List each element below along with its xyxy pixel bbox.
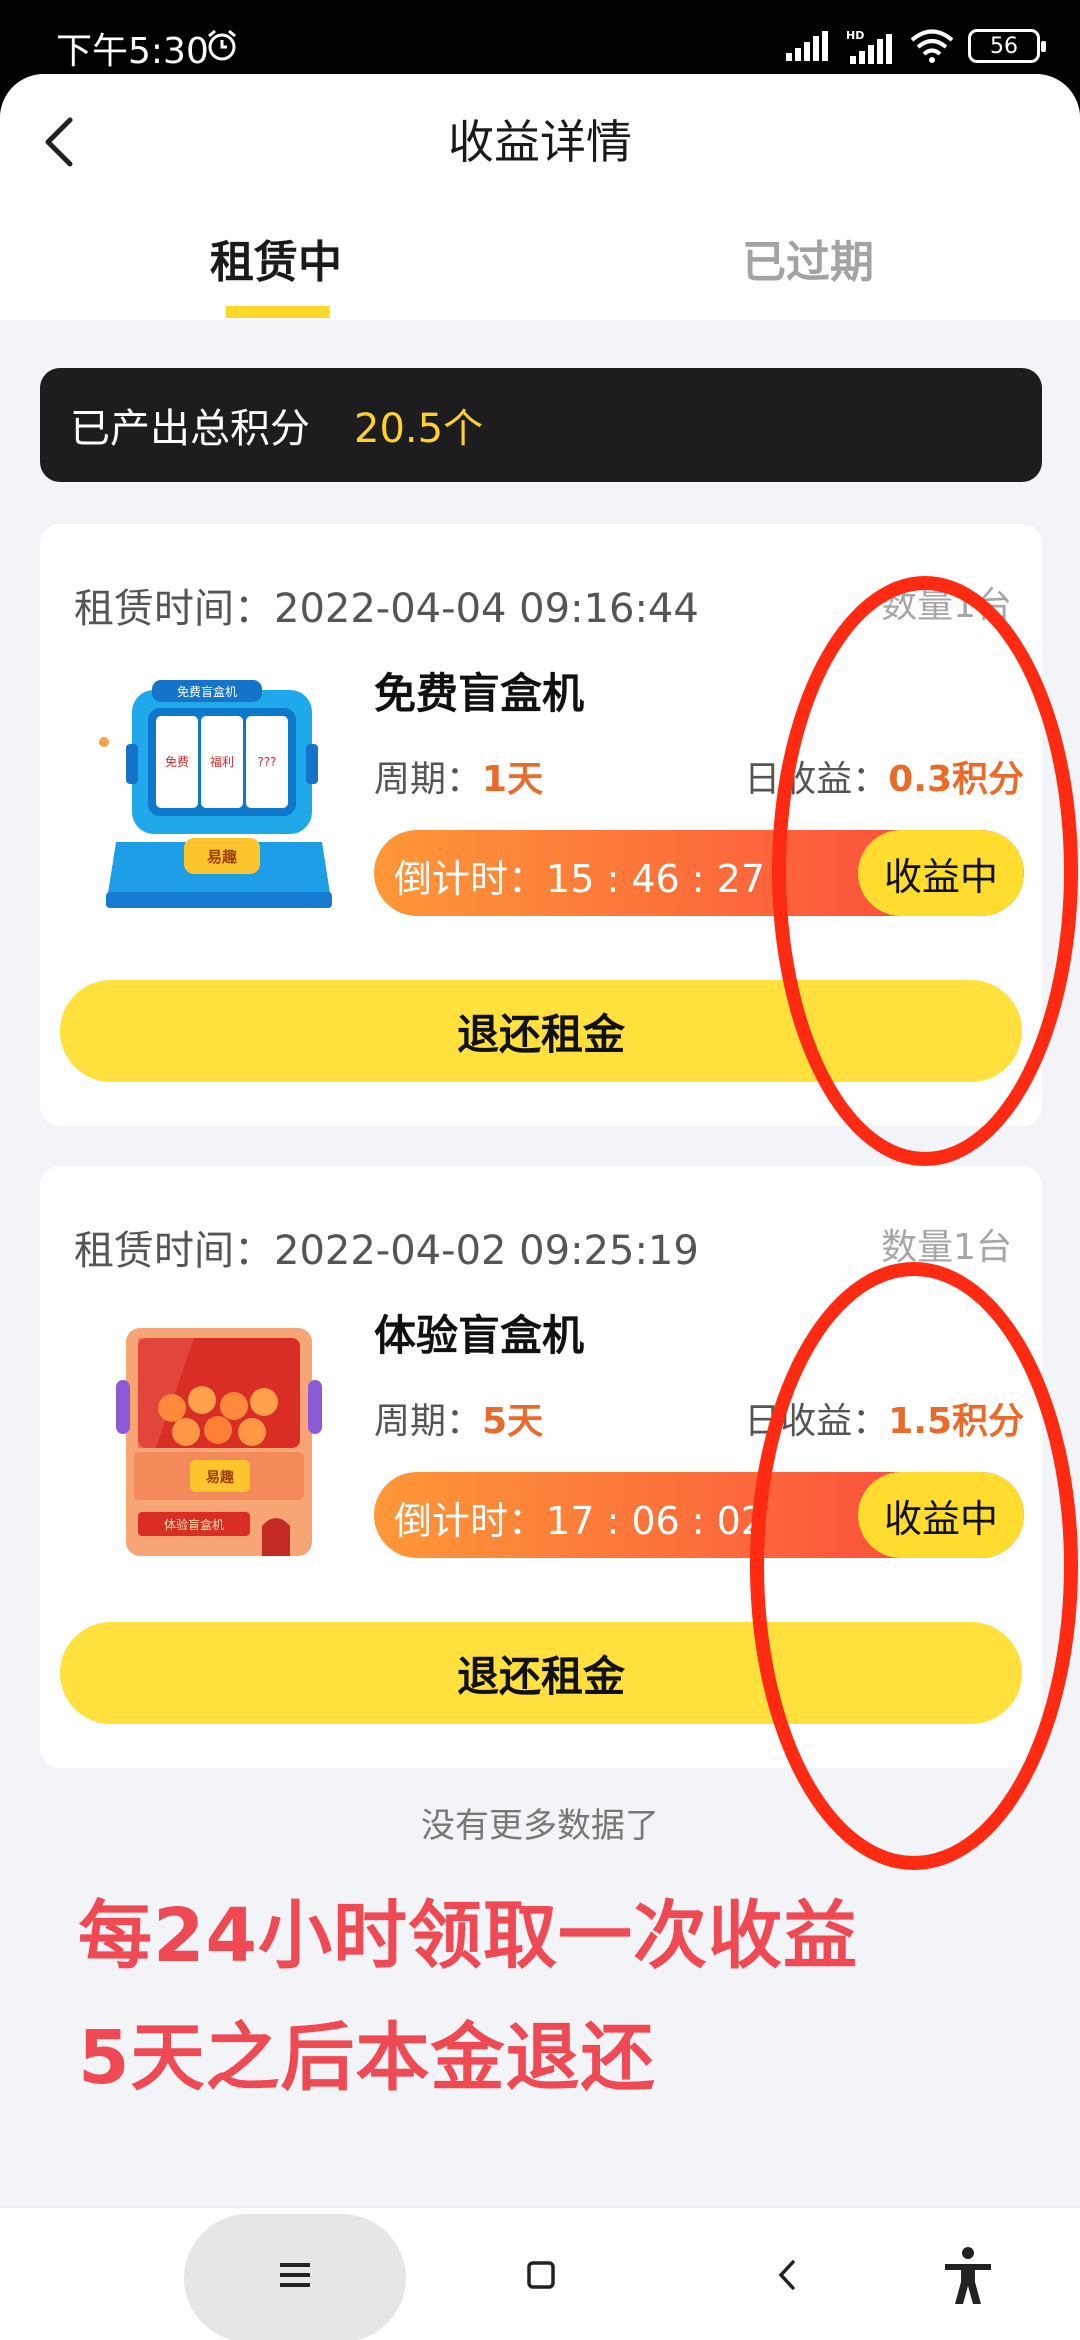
countdown: 倒计时：17 : 06 : 02: [394, 1490, 765, 1545]
back-icon: [778, 2260, 795, 2290]
menu-icon: [280, 2263, 310, 2287]
countdown-value: 17 : 06 : 02: [546, 1499, 765, 1543]
tab-indicator: [226, 306, 330, 318]
total-points-value: 20.5个: [354, 406, 484, 452]
reel-text-3: ???: [257, 755, 276, 769]
rental-time-label: 租赁时间：: [74, 586, 274, 632]
reel-text-1: 免费: [165, 754, 189, 769]
accessibility-button[interactable]: [938, 2208, 998, 2340]
alarm-icon: [208, 29, 236, 61]
menu-button[interactable]: [270, 2208, 320, 2340]
app-screen: 收益详情 租赁中 已过期 已产出总积分 20.5个 租赁时间：2022-04-0…: [0, 74, 1080, 2340]
period-value: 1天: [482, 759, 544, 800]
wifi-icon: [910, 29, 954, 63]
hd-signal-icon: HD: [846, 29, 892, 64]
slot-machine-image: 免费盲盒机 免费 福利 ??? 易趣: [99, 680, 332, 908]
rental-time: 租赁时间：2022-04-04 09:16:44: [74, 576, 699, 634]
home-icon: [527, 2261, 555, 2289]
machine-name: 免费盲盒机: [374, 669, 585, 718]
header: 收益详情 租赁中 已过期: [0, 74, 1080, 320]
tab-expired[interactable]: 已过期: [742, 226, 874, 290]
period-value: 5天: [482, 1401, 544, 1442]
rental-time: 租赁时间：2022-04-02 09:25:19: [74, 1218, 699, 1276]
rental-time-label: 租赁时间：: [74, 1228, 274, 1274]
rental-time-value: 2022-04-04 09:16:44: [274, 586, 699, 632]
signal-icon: [786, 31, 828, 61]
countdown-value: 15 : 46 : 27: [546, 857, 765, 901]
home-button[interactable]: [516, 2208, 566, 2340]
machine-button-text: 易趣: [207, 848, 238, 866]
svg-text:HD: HD: [846, 29, 864, 42]
period-label: 周期：: [374, 759, 483, 800]
page-title: 收益详情: [448, 115, 632, 169]
rental-time-value: 2022-04-02 09:25:19: [274, 1228, 699, 1274]
machine-sign-text: 体验盲盒机: [164, 1517, 224, 1532]
countdown: 倒计时：15 : 46 : 27: [394, 848, 765, 903]
battery-icon: 56: [968, 29, 1046, 63]
status-time: 下午5:30: [56, 31, 209, 72]
accessibility-icon: [945, 2247, 991, 2304]
annotation-line-2: 5天之后本金退还: [78, 2015, 656, 2101]
annotation-line-1: 每24小时领取一次收益: [78, 1893, 858, 1979]
total-points-label: 已产出总积分: [70, 406, 310, 452]
machine-name: 体验盲盒机: [374, 1311, 585, 1360]
status-icons: HD 56: [786, 26, 1046, 66]
machine-button-text: 易趣: [206, 1469, 235, 1486]
claw-machine-image: 易趣 体验盲盒机: [116, 1328, 322, 1556]
period: 周期：5天: [374, 1392, 543, 1444]
battery-level: 56: [990, 33, 1018, 59]
nav-back-button[interactable]: [762, 2208, 812, 2340]
tab-renting[interactable]: 租赁中: [210, 226, 342, 290]
total-points-bar: 已产出总积分 20.5个: [40, 368, 1042, 482]
period-label: 周期：: [374, 1401, 483, 1442]
reel-text-2: 福利: [210, 754, 234, 769]
machine-sign-text: 免费盲盒机: [177, 684, 237, 699]
countdown-label: 倒计时：: [394, 857, 547, 901]
countdown-label: 倒计时：: [394, 1499, 547, 1543]
highlight-circle: [772, 576, 1078, 1166]
system-nav-bar: [0, 2206, 1080, 2340]
period: 周期：1天: [374, 750, 543, 802]
highlight-circle: [750, 1262, 1078, 1870]
